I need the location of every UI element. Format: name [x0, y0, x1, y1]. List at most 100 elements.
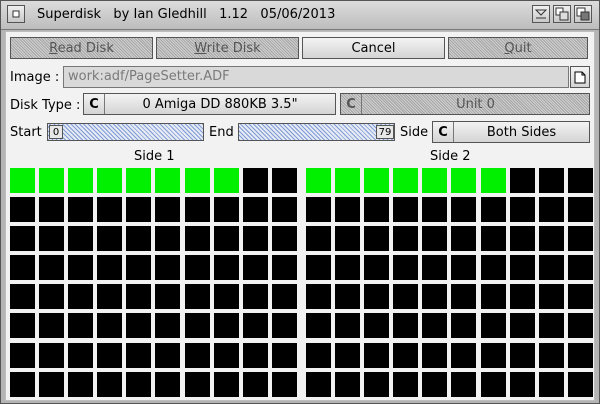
track-cell [39, 342, 65, 368]
track-cell [509, 197, 535, 223]
track-cell [184, 342, 210, 368]
track-cell [184, 284, 210, 310]
track-cell [422, 371, 448, 397]
end-slider-knob[interactable]: 79 [376, 125, 394, 139]
track-cell [364, 255, 390, 281]
quit-button[interactable]: Quit [448, 37, 588, 59]
track-cell [538, 284, 564, 310]
track-cell [567, 284, 593, 310]
track-cell [213, 226, 239, 252]
track-cell [364, 226, 390, 252]
track-cell [184, 197, 210, 223]
track-cell [538, 168, 564, 193]
mnemonic-letter: Q [504, 40, 515, 56]
title-bar[interactable]: Superdisk by Ian Gledhill 1.12 05/06/201… [1, 1, 599, 30]
track-cell [242, 284, 268, 310]
track-cell [451, 226, 477, 252]
track-cell [184, 313, 210, 339]
track-cell [422, 284, 448, 310]
track-cell [68, 168, 94, 193]
track-cell [155, 342, 181, 368]
track-cell [213, 255, 239, 281]
iconify-icon[interactable] [532, 5, 550, 23]
cancel-button[interactable]: Cancel [302, 37, 445, 59]
track-cell [567, 371, 593, 397]
side2-heading: Side 2 [430, 149, 471, 164]
track-cell [451, 313, 477, 339]
track-cell [364, 197, 390, 223]
read-disk-label: Read Disk [49, 40, 114, 56]
track-cell [538, 371, 564, 397]
track-cell [242, 226, 268, 252]
track-cell [126, 226, 152, 252]
mnemonic-letter: R [49, 40, 58, 56]
track-cell [213, 284, 239, 310]
end-value: 79 [378, 126, 392, 138]
track-cell [567, 197, 593, 223]
track-cell [335, 342, 361, 368]
close-icon[interactable] [7, 5, 25, 23]
track-cell [184, 255, 210, 281]
track-cell [335, 168, 361, 193]
track-cell [538, 255, 564, 281]
track-cell [97, 313, 123, 339]
unit-cycle[interactable]: C Unit 0 [340, 93, 590, 115]
start-slider[interactable]: 0 [47, 123, 204, 141]
track-cell [364, 284, 390, 310]
depth-icon[interactable] [574, 5, 592, 23]
track-cell [393, 255, 419, 281]
track-cell [213, 197, 239, 223]
write-disk-label: Write Disk [194, 40, 261, 56]
track-cell [126, 342, 152, 368]
track-cell [213, 371, 239, 397]
track-cell [155, 197, 181, 223]
track-cell [509, 342, 535, 368]
track-cell [155, 255, 181, 281]
track-cell [538, 226, 564, 252]
disk-type-cycle[interactable]: C 0 Amiga DD 880KB 3.5" [83, 93, 336, 115]
track-cell [335, 226, 361, 252]
side2-track-grid [306, 168, 593, 397]
track-cell [509, 313, 535, 339]
track-cell [509, 255, 535, 281]
track-cell [567, 168, 593, 193]
track-cell [155, 313, 181, 339]
write-disk-button[interactable]: Write Disk [156, 37, 299, 59]
track-cell [39, 197, 65, 223]
zoom-icon[interactable] [553, 5, 571, 23]
image-path-field[interactable]: work:adf/PageSetter.ADF [63, 66, 569, 88]
start-slider-knob[interactable]: 0 [49, 125, 63, 139]
side-cycle[interactable]: C Both Sides [432, 121, 590, 143]
track-cell [480, 168, 506, 193]
track-cell [97, 342, 123, 368]
track-cell [126, 371, 152, 397]
track-cell [422, 342, 448, 368]
track-cell [538, 197, 564, 223]
track-cell [306, 226, 331, 252]
track-cell [335, 313, 361, 339]
track-cell [68, 342, 94, 368]
file-picker-button[interactable] [570, 66, 590, 88]
track-cell [10, 313, 35, 339]
track-cell [68, 313, 94, 339]
track-cell [480, 226, 506, 252]
track-cell [10, 342, 35, 368]
track-cell [97, 371, 123, 397]
track-cell [126, 168, 152, 193]
track-cell [451, 284, 477, 310]
track-cell [10, 226, 35, 252]
track-cell [567, 255, 593, 281]
track-cell [335, 255, 361, 281]
track-cell [97, 255, 123, 281]
track-cell [451, 197, 477, 223]
read-disk-button[interactable]: Read Disk [10, 37, 153, 59]
track-cell [451, 168, 477, 193]
track-cell [451, 371, 477, 397]
end-slider[interactable]: 79 [238, 123, 395, 141]
track-cell [126, 313, 152, 339]
track-cell [39, 255, 65, 281]
track-cell [451, 255, 477, 281]
track-cell [538, 313, 564, 339]
track-cell [567, 313, 593, 339]
track-cell [271, 342, 297, 368]
